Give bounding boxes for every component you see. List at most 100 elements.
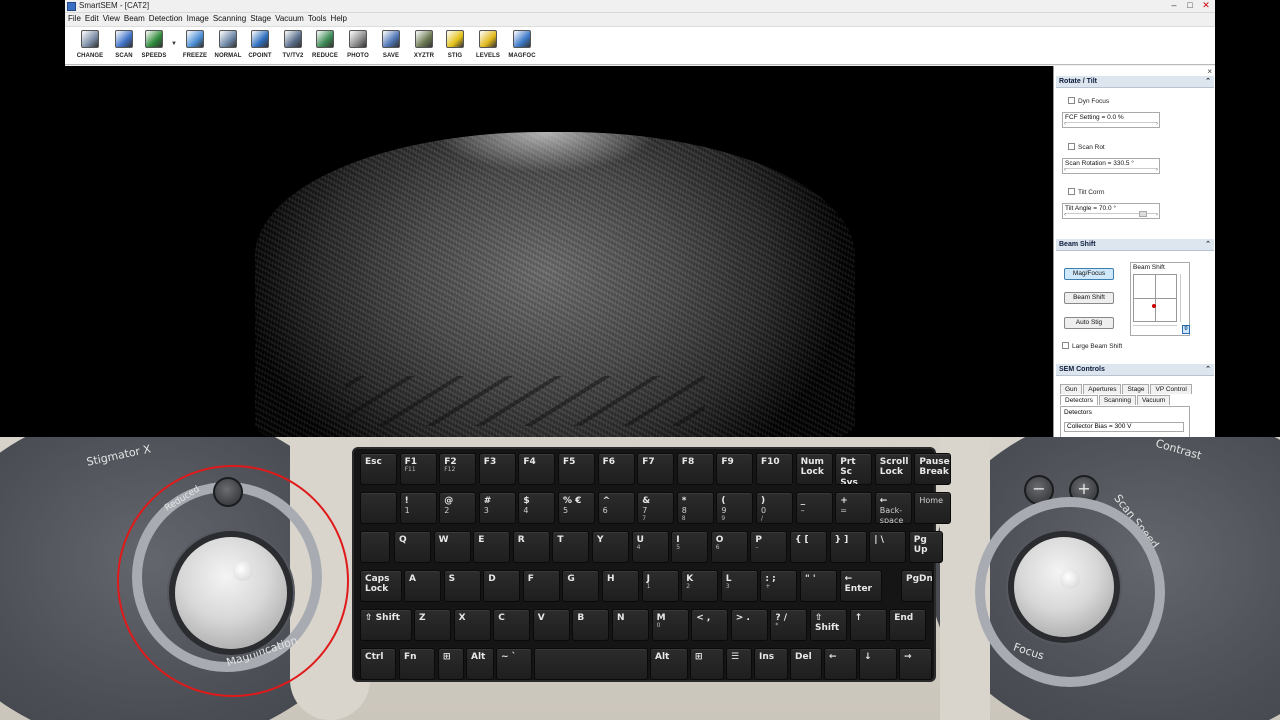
key-row2-6[interactable]: ^ 6 [597,492,635,524]
key-row2-12[interactable]: + = [835,492,873,524]
key-row3-9[interactable]: P – [750,531,788,563]
menu-detection[interactable]: Detection [149,13,187,25]
tab-vp-control[interactable]: VP Control [1150,384,1192,394]
key-row1-5[interactable]: F5 [558,453,595,485]
key-row4-9[interactable]: L3 [720,570,758,602]
key-row6-0[interactable]: Ctrl [360,648,396,680]
key-row3-1[interactable]: W [433,531,471,563]
key-row6-8[interactable]: ☰ [726,648,752,680]
key-row6-13[interactable]: → [899,648,932,680]
dyn-focus-checkbox[interactable]: Dyn Focus [1068,97,1109,105]
focus-knob[interactable] [1014,537,1114,637]
key-row5-9[interactable]: > . [730,609,768,641]
key-row5-0[interactable]: ⇧ Shift [360,609,412,641]
key-row5-6[interactable]: N [612,609,649,641]
key-row2-5[interactable]: % €5 [558,492,595,524]
key-row6-6[interactable]: Alt [650,648,688,680]
key-row4-13[interactable]: PgDn [901,570,933,602]
key-row2-4[interactable]: $4 [518,492,556,524]
key-row4-1[interactable]: A [404,570,441,602]
close-button[interactable]: ✕ [1199,0,1213,11]
key-row1-4[interactable]: F4 [518,453,556,485]
beam-shift-header[interactable]: Beam Shift ⌃ [1056,239,1214,251]
menu-vacuum[interactable]: Vacuum [275,13,308,25]
menu-beam[interactable]: Beam [124,13,149,25]
key-row1-7[interactable]: F7 [637,453,675,485]
toolbar-reduce-button[interactable]: REDUCE [308,30,342,64]
auto-stig-button[interactable]: Auto Stig [1064,317,1114,329]
key-row6-12[interactable]: ↓ [859,648,897,680]
speeds-dropdown-icon[interactable]: ▼ [171,41,177,47]
toolbar-xyztr-button[interactable]: XYZTR [407,30,441,64]
menu-scanning[interactable]: Scanning [213,13,250,25]
toolbar-save-button[interactable]: SAVE [374,30,408,64]
zero-button[interactable]: 0 [1182,325,1190,334]
slider-right-icon[interactable]: › [1156,121,1158,127]
beam-shift-button[interactable]: Beam Shift [1064,292,1114,304]
key-row1-14[interactable]: Pause Break [914,453,952,485]
toolbar-cpoint-button[interactable]: CPOINT [243,30,277,64]
horizontal-scrollbar[interactable] [1133,325,1177,333]
key-row1-11[interactable]: Num Lock [795,453,833,485]
key-row1-3[interactable]: F3 [478,453,516,485]
key-row1-0[interactable]: Esc [360,453,397,485]
key-tab[interactable] [360,531,390,563]
key-row4-11[interactable]: " ' [800,570,837,602]
key-row6-1[interactable]: Fn [399,648,435,680]
key-row2-11[interactable]: _ – [795,492,833,524]
toolbar-freeze-button[interactable]: FREEZE [178,30,212,64]
key-row4-12[interactable]: ← Enter [839,570,882,602]
key-row5-3[interactable]: C [493,609,531,641]
vertical-scrollbar[interactable] [1180,274,1188,322]
key-row5-8[interactable]: < , [691,609,729,641]
sem-image-view[interactable] [65,66,1053,437]
key-row6-4[interactable]: ~ ` [496,648,532,680]
tilt-corrn-checkbox[interactable]: Tilt Corrn [1068,188,1104,196]
key-row6-2[interactable]: ⊞ [438,648,464,680]
scan-rot-checkbox[interactable]: Scan Rot [1068,143,1105,151]
key-row3-3[interactable]: R [512,531,550,563]
key-row6-10[interactable]: Del [790,648,822,680]
tab-detectors[interactable]: Detectors [1060,395,1098,405]
beam-shift-grid[interactable] [1133,274,1177,322]
menu-edit[interactable]: Edit [85,13,103,25]
key-row5-10[interactable]: ? / * [770,609,808,641]
key-row1-13[interactable]: Scroll Lock [874,453,912,485]
key-row4-10[interactable]: : ; + [760,570,798,602]
key-row3-11[interactable]: } ] [829,531,867,563]
key-row2-8[interactable]: * 8 8 [676,492,714,524]
toolbar-tv-tv2-button[interactable]: TV/TV2 [276,30,310,64]
scan-rotation-field[interactable]: Scan Rotation = 330.5 ° ‹ › [1062,158,1160,174]
toolbar-scan-button[interactable]: SCAN [107,30,141,64]
beam-shift-marker[interactable] [1152,304,1156,308]
key-row2-3[interactable]: #3 [478,492,516,524]
key-row3-4[interactable]: T [552,531,590,563]
menu-view[interactable]: View [103,13,124,25]
key-row6-7[interactable]: ⊞ [690,648,724,680]
key-row5-2[interactable]: X [453,609,491,641]
mag-focus-button[interactable]: Mag/Focus [1064,268,1114,280]
slider-right-icon[interactable]: › [1156,167,1158,173]
key-row6-9[interactable]: Ins [754,648,788,680]
key-row1-1[interactable]: F1 F11 [399,453,437,485]
key-row2-2[interactable]: @2 [439,492,477,524]
tilt-angle-slider-thumb[interactable] [1139,211,1147,217]
tab-scanning[interactable]: Scanning [1098,395,1136,405]
tab-apertures[interactable]: Apertures [1083,384,1122,394]
slider-left-icon[interactable]: ‹ [1064,121,1066,127]
menu-help[interactable]: Help [331,13,351,25]
toolbar-photo-button[interactable]: PHOTO [341,30,375,64]
fcf-setting-field[interactable]: FCF Setting = 0.0 % ‹ › [1062,112,1160,128]
toolbar-change-button[interactable]: CHANGE [73,30,107,64]
toolbar-normal-button[interactable]: NORMAL [211,30,245,64]
key-row5-1[interactable]: Z [414,609,451,641]
key-row3-0[interactable]: Q [394,531,431,563]
key-row5-12[interactable]: ↑ [849,609,887,641]
maximize-button[interactable]: □ [1183,0,1197,10]
tilt-angle-field[interactable]: Tilt Angle = 70.0 ° ‹ › [1062,203,1160,219]
key-row5-11[interactable]: ⇧ Shift [810,609,847,641]
key-row6-11[interactable]: ← [824,648,857,680]
menu-tools[interactable]: Tools [308,13,331,25]
key-row1-10[interactable]: F10 [756,453,793,485]
key-row3-8[interactable]: O6 [710,531,748,563]
